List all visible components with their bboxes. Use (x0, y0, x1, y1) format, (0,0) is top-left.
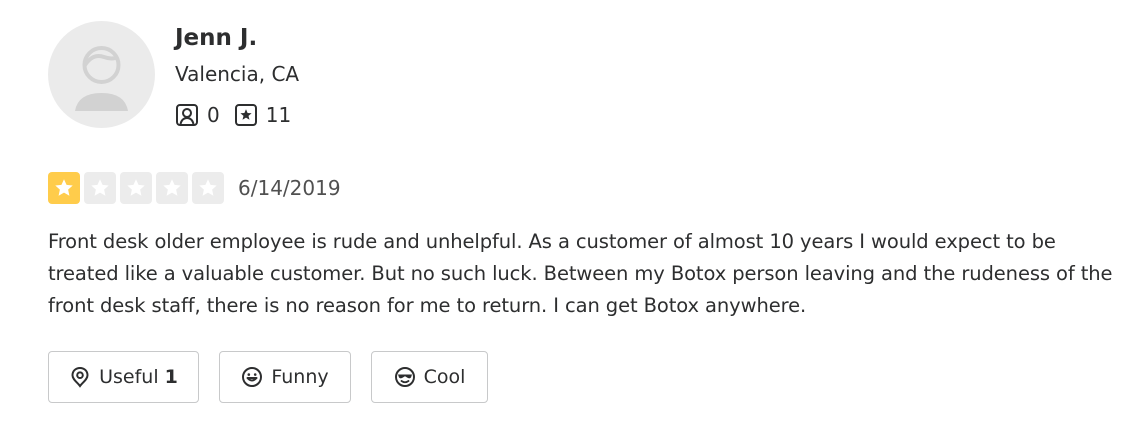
reviews-stat: 11 (234, 103, 291, 127)
friends-stat: 0 (175, 103, 220, 127)
reviews-count: 11 (265, 103, 292, 127)
review-date: 6/14/2019 (238, 176, 341, 200)
review-text: Front desk older employee is rude and un… (48, 230, 1113, 317)
cool-label: Cool (423, 366, 466, 388)
useful-count: 1 (164, 366, 178, 388)
user-avatar[interactable] (48, 21, 155, 128)
lightbulb-icon (69, 366, 91, 388)
sunglasses-icon (394, 366, 416, 388)
review-star-icon (234, 103, 258, 127)
star-filled-icon (48, 172, 80, 204)
star-empty-icon (120, 172, 152, 204)
cool-button[interactable]: Cool (371, 351, 488, 403)
useful-label: Useful (99, 366, 159, 388)
user-silhouette-icon (75, 46, 128, 111)
user-name[interactable]: Jenn J. (175, 22, 257, 54)
funny-label: Funny (271, 366, 329, 388)
user-location: Valencia, CA (175, 62, 300, 86)
rating-row: 6/14/2019 (48, 172, 341, 204)
star-empty-icon (192, 172, 224, 204)
star-rating (48, 172, 228, 204)
friends-icon (175, 103, 199, 127)
useful-button[interactable]: Useful 1 (48, 351, 199, 403)
user-stats: 0 11 (175, 100, 291, 130)
smile-icon (241, 366, 263, 388)
funny-button[interactable]: Funny (219, 351, 351, 403)
star-empty-icon (84, 172, 116, 204)
reaction-buttons: Useful 1 Funny Cool (48, 351, 508, 403)
friends-count: 0 (207, 103, 220, 127)
star-empty-icon (156, 172, 188, 204)
